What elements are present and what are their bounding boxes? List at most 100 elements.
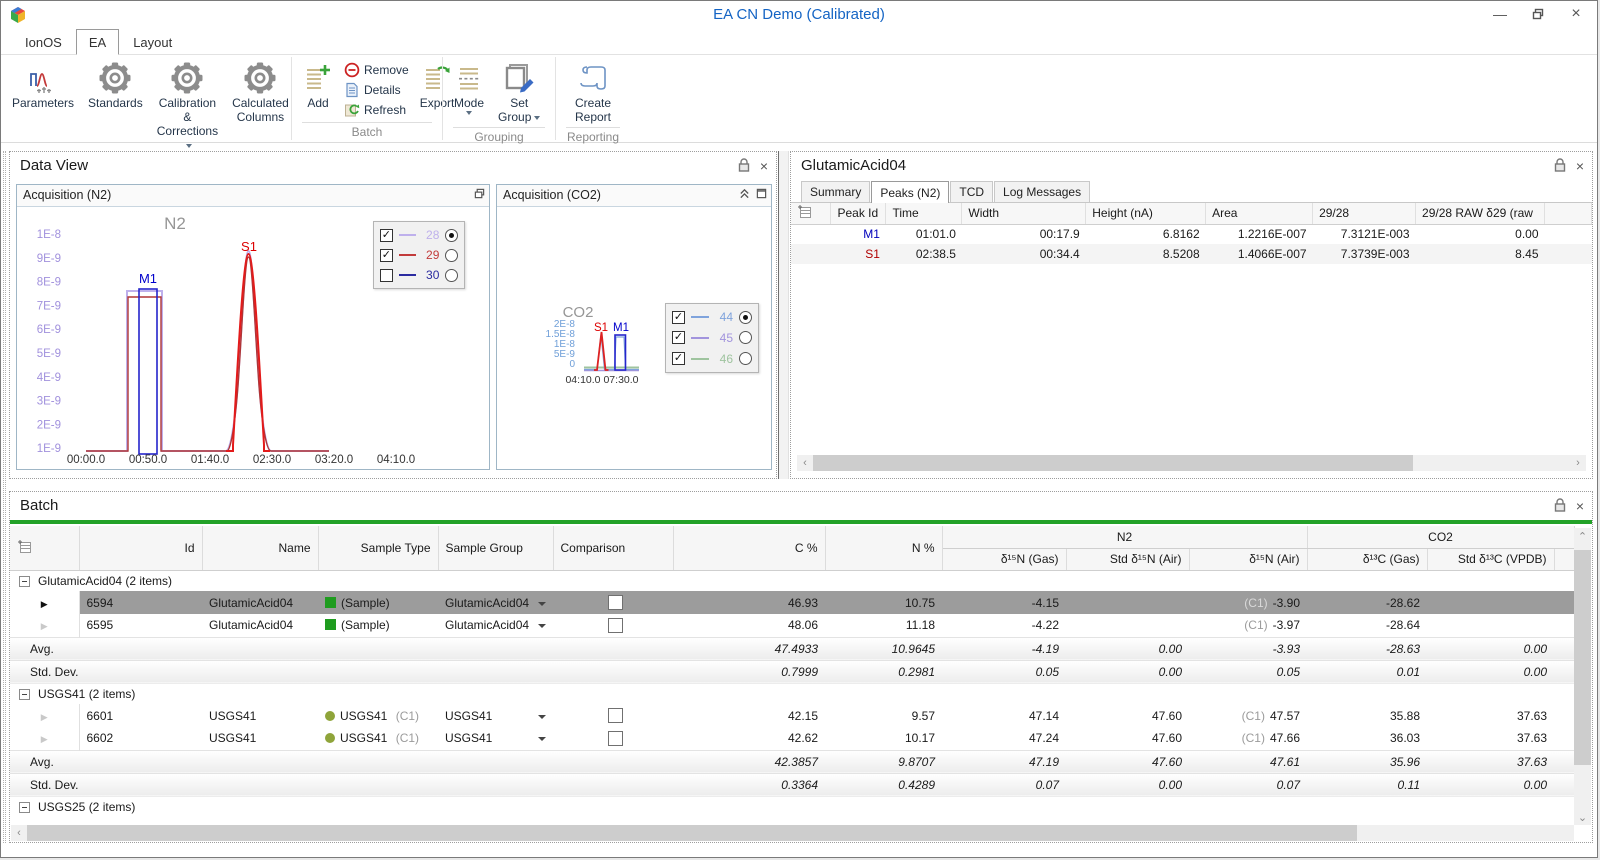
vertical-splitter[interactable] [778,151,789,479]
collapse-group-icon[interactable] [19,689,30,700]
column-group-co2[interactable]: CO2 [1307,526,1574,548]
n2-peak-s1-marker[interactable] [226,254,270,451]
set-group-button[interactable]: SetGroup [492,57,546,127]
column-header-d15n-gas[interactable]: δ¹⁵N (Gas) [942,548,1066,570]
legend-checkbox[interactable]: ✓ [672,311,685,324]
column-header-sample-type[interactable]: Sample Type [318,526,438,570]
column-header[interactable]: 29/28 RAW δ29 (raw [1416,203,1545,224]
mode-button[interactable]: Mode [448,57,490,118]
tab-peaks-n2[interactable]: Peaks (N2) [871,181,949,203]
tab-tcd[interactable]: TCD [950,181,993,202]
scroll-right-arrow[interactable]: › [1570,455,1586,471]
row-selector-cell[interactable]: ▶ [10,614,79,637]
tab-ea[interactable]: EA [76,29,119,55]
dropdown-arrow-icon[interactable] [538,602,546,606]
float-panel-icon[interactable] [474,188,485,199]
column-chooser-icon[interactable] [797,204,812,219]
scroll-up-arrow[interactable]: ⌃ [1575,528,1591,544]
create-report-button[interactable]: CreateReport [569,57,617,127]
table-row[interactable]: S102:38.500:34.48.52081.4066E-0077.3739E… [791,244,1592,264]
maximize-panel-icon[interactable] [756,188,767,199]
cell-sample-group[interactable]: GlutamicAcid04 [438,614,553,637]
cell-sample-group[interactable]: USGS41 [438,704,553,727]
row-selector-cell[interactable]: ▶ [10,591,79,614]
cell-sample-group[interactable]: USGS41 [438,727,553,750]
batch-horizontal-scrollbar[interactable]: ‹ [11,825,1574,841]
n2-peak-m1-marker[interactable] [139,289,157,454]
remove-button[interactable]: Remove [340,61,413,79]
column-header-std-d15n-air[interactable]: Std δ¹⁵N (Air) [1066,548,1189,570]
table-row[interactable]: M101:01.000:17.96.81621.2216E-0077.3121E… [791,224,1592,244]
scroll-thumb[interactable] [1574,550,1591,765]
comparison-checkbox[interactable] [608,595,623,610]
row-selector-cell[interactable]: ▶ [10,727,79,750]
column-header[interactable]: 29/28 [1313,203,1416,224]
tab-summary[interactable]: Summary [801,181,870,202]
collapse-group-icon[interactable] [19,576,30,587]
close-button[interactable]: × [1561,3,1591,25]
table-row[interactable]: ▶6601USGS41USGS41 (C1)USGS4142.159.5747.… [10,704,1574,727]
column-group-n2[interactable]: N2 [942,526,1307,548]
column-header-d13c-gas[interactable]: δ¹³C (Gas) [1307,548,1427,570]
legend-radio[interactable] [445,269,458,282]
calculated-columns-button[interactable]: CalculatedColumns [226,57,295,127]
legend-checkbox[interactable]: ✓ [380,249,393,262]
standards-button[interactable]: Standards [82,57,149,113]
scroll-left-arrow[interactable]: ‹ [11,825,27,841]
co2-peak-s1-marker[interactable] [594,332,609,370]
column-header-std-d13c-vpdb[interactable]: Std δ¹³C (VPDB) [1427,548,1554,570]
peaks-horizontal-scrollbar[interactable]: ‹ › [797,455,1586,471]
legend-radio[interactable] [739,311,752,324]
legend-checkbox[interactable]: ✓ [672,352,685,365]
column-header-c-percent[interactable]: C % [673,526,825,570]
close-panel-icon[interactable]: × [1576,159,1584,173]
tab-layout[interactable]: Layout [121,31,184,54]
lock-icon[interactable] [738,158,750,173]
legend-checkbox[interactable]: ✓ [672,331,685,344]
column-header-n-percent[interactable]: N % [825,526,942,570]
collapse-group-icon[interactable] [19,802,30,813]
table-row[interactable]: ▶6594GlutamicAcid04(Sample)GlutamicAcid0… [10,591,1574,614]
column-header-comparison[interactable]: Comparison [553,526,673,570]
column-header[interactable]: Time [886,203,962,224]
legend-checkbox[interactable] [380,269,393,282]
tab-ionos[interactable]: IonOS [13,31,74,54]
column-header[interactable]: Peak Id [831,203,886,224]
group-header-row[interactable]: GlutamicAcid04 (2 items) [10,570,1574,591]
column-header-d15n-air[interactable]: δ¹⁵N (Air) [1189,548,1307,570]
collapse-panel-icon[interactable] [739,188,750,199]
comparison-checkbox[interactable] [608,708,623,723]
row-selector-cell[interactable]: ▶ [10,704,79,727]
restore-button[interactable] [1523,3,1553,25]
lock-icon[interactable] [1554,158,1566,173]
close-panel-icon[interactable]: × [1576,499,1584,513]
table-row[interactable]: ▶6595GlutamicAcid04(Sample)GlutamicAcid0… [10,614,1574,637]
column-header-name[interactable]: Name [202,526,318,570]
column-header-sample-group[interactable]: Sample Group [438,526,553,570]
add-button[interactable]: Add [297,57,339,113]
table-row[interactable]: ▶6602USGS41USGS41 (C1)USGS4142.6210.1747… [10,727,1574,750]
dropdown-arrow-icon[interactable] [538,737,546,741]
lock-icon[interactable] [1554,498,1566,513]
legend-checkbox[interactable]: ✓ [380,229,393,242]
tab-log-messages[interactable]: Log Messages [994,181,1090,202]
column-header-filler[interactable] [1554,548,1574,570]
legend-radio[interactable] [739,331,752,344]
details-button[interactable]: Details [340,81,413,99]
scroll-down-arrow[interactable]: ⌄ [1575,809,1591,825]
column-header[interactable]: Width [962,203,1086,224]
batch-vertical-scrollbar[interactable]: ⌃ ⌄ [1574,528,1591,825]
column-chooser-cell[interactable] [10,526,79,570]
comparison-checkbox[interactable] [608,731,623,746]
legend-radio[interactable] [445,229,458,242]
close-panel-icon[interactable]: × [760,159,768,173]
legend-radio[interactable] [739,352,752,365]
comparison-checkbox[interactable] [608,618,623,633]
parameters-button[interactable]: Parameters [6,57,80,113]
group-header-row[interactable]: USGS25 (2 items) [10,796,1574,817]
scroll-thumb[interactable] [27,825,1357,841]
scroll-left-arrow[interactable]: ‹ [797,455,813,471]
dropdown-arrow-icon[interactable] [538,715,546,719]
column-header-id[interactable]: Id [79,526,202,570]
calibration-corrections-button[interactable]: Calibration &Corrections [151,57,224,155]
